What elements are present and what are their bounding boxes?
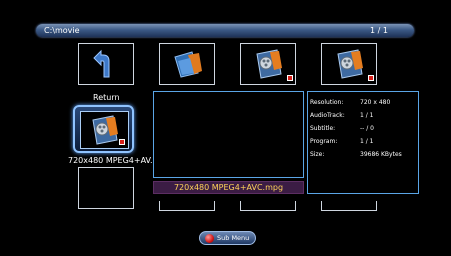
- video-file-icon: [337, 49, 363, 79]
- sub-menu-button[interactable]: Sub Menu: [199, 231, 256, 245]
- empty-slot[interactable]: [240, 201, 296, 211]
- info-row-size: Size: 39686 KBytes: [310, 151, 402, 158]
- selected-video-thumb: [80, 111, 129, 149]
- red-checkbox-icon: [368, 75, 374, 81]
- red-checkbox-icon: [119, 139, 125, 145]
- empty-tile[interactable]: [78, 167, 134, 209]
- selected-file-label: 720x480 MPEG4+AV..: [68, 156, 156, 165]
- file-info-panel: Resolution: 720 x 480 AudioTrack: 1 / 1 Su…: [307, 91, 419, 194]
- page-indicator: 1 / 1: [370, 26, 388, 35]
- path-bar: C:\movie 1 / 1: [36, 24, 414, 37]
- folder-tile[interactable]: [159, 43, 215, 85]
- red-checkbox-icon: [287, 75, 293, 81]
- red-button-icon: [205, 234, 214, 243]
- video-file-icon: [256, 49, 282, 79]
- info-row-resolution: Resolution: 720 x 480: [310, 99, 391, 106]
- info-row-audiotrack: AudioTrack: 1 / 1: [310, 112, 374, 119]
- video-tile-2[interactable]: [321, 43, 377, 85]
- empty-slot[interactable]: [159, 201, 215, 211]
- video-tile-1[interactable]: [240, 43, 296, 85]
- video-file-icon: [92, 115, 118, 145]
- sub-menu-label: Sub Menu: [217, 234, 250, 242]
- return-arrow-icon: [93, 49, 110, 78]
- return-tile[interactable]: [78, 43, 134, 85]
- empty-slot[interactable]: [321, 201, 377, 211]
- info-row-subtitle: Subtitle: -- / 0: [310, 125, 374, 132]
- selected-video-tile[interactable]: [73, 105, 134, 153]
- media-browser-screen: C:\movie 1 / 1 Return 720x480 MPEG4+AV..…: [0, 0, 451, 256]
- filename-bar: 720x480 MPEG4+AVC.mpg: [153, 181, 304, 194]
- folder-icon: [174, 51, 202, 78]
- filename-text: 720x480 MPEG4+AVC.mpg: [173, 183, 284, 192]
- return-label: Return: [93, 93, 120, 102]
- video-preview: [153, 91, 304, 178]
- current-path: C:\movie: [44, 26, 80, 35]
- info-row-program: Program: 1 / 1: [310, 138, 374, 145]
